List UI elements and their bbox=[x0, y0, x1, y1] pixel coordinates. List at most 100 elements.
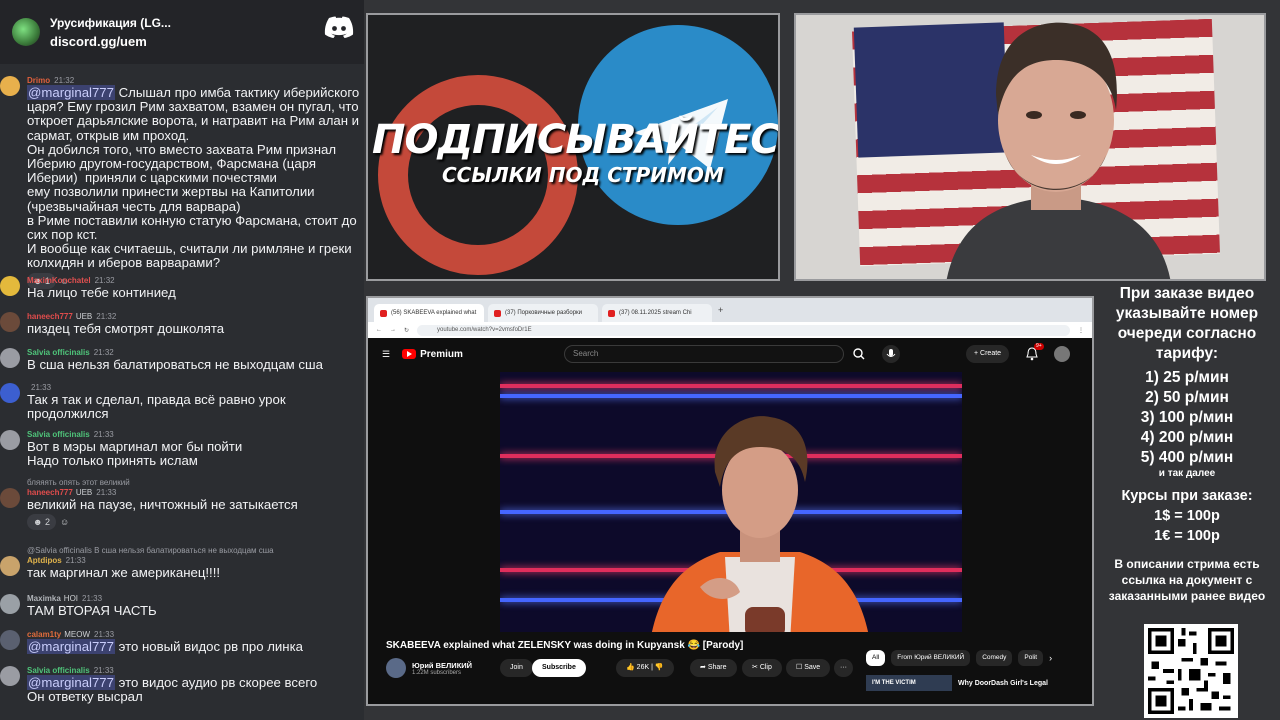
account-avatar[interactable] bbox=[1054, 346, 1070, 362]
notification-count-badge: 9+ bbox=[1034, 343, 1044, 350]
username[interactable]: Salvia officinalis bbox=[27, 430, 90, 439]
message-text: ТАМ ВТОРАЯ ЧАСТЬ bbox=[27, 603, 157, 618]
avatar[interactable] bbox=[0, 312, 20, 332]
youtube-favicon-icon bbox=[380, 309, 387, 317]
timestamp: 21:33 bbox=[94, 630, 115, 639]
avatar[interactable] bbox=[0, 383, 20, 403]
message-body: пиздец тебя смотрят дошколята bbox=[27, 321, 364, 336]
username[interactable]: Drimo bbox=[27, 76, 50, 85]
browser-tab[interactable]: (56) SKABEEVA explained what bbox=[374, 304, 484, 322]
description-note: В описании стрима есть ссылка на докумен… bbox=[1108, 557, 1266, 603]
reply-preview[interactable]: @Salvia officinalis В сша нельзя балатир… bbox=[27, 546, 364, 556]
message-body: Вот в мэры маргинал мог бы пойти Надо то… bbox=[27, 439, 364, 468]
subscriber-count: 1.22M subscribers bbox=[412, 669, 462, 676]
chevron-right-icon[interactable]: › bbox=[1049, 650, 1052, 666]
reaction-button[interactable]: ☻ 2 bbox=[27, 514, 56, 531]
webcam-feed bbox=[794, 13, 1266, 281]
price-item: 2) 50 р/мин bbox=[1145, 389, 1229, 406]
share-button[interactable]: ➦ Share bbox=[690, 659, 737, 677]
server-name: Урусификация (LG... bbox=[50, 15, 171, 30]
username[interactable]: Aptdipos bbox=[27, 556, 62, 565]
message-body: ТАМ ВТОРАЯ ЧАСТЬ bbox=[27, 603, 364, 618]
discord-logo-icon bbox=[324, 16, 354, 38]
price-item: 4) 200 р/мин bbox=[1140, 429, 1234, 446]
microphone-icon[interactable] bbox=[882, 345, 900, 363]
extensions-icon[interactable]: ⋮ bbox=[1078, 327, 1084, 334]
save-button[interactable]: ☐ Save bbox=[786, 659, 831, 677]
avatar[interactable] bbox=[0, 488, 20, 508]
avatar[interactable] bbox=[0, 430, 20, 450]
username[interactable]: haneech777 bbox=[27, 488, 73, 497]
username[interactable]: calam1ty bbox=[27, 630, 61, 639]
timestamp: 21:32 bbox=[54, 76, 75, 85]
message-body: На лицо тебе континиед bbox=[27, 285, 364, 300]
recommended-video[interactable]: I'M THE VICTIM Why DoorDash Girl's Legal bbox=[866, 675, 1048, 691]
message-text: Слышал про имба тактику иберийского царя… bbox=[27, 85, 360, 271]
channel-info: Юрий ВЕЛИКИЙ 1.22M subscribers bbox=[386, 658, 472, 678]
avatar[interactable] bbox=[0, 666, 20, 686]
share-icon: ➦ bbox=[700, 664, 708, 671]
avatar[interactable] bbox=[0, 556, 20, 576]
user-mention[interactable]: @marginal777 bbox=[27, 85, 115, 100]
clip-button[interactable]: ✂ Clip bbox=[742, 659, 782, 677]
username[interactable]: haneech777 bbox=[27, 312, 73, 321]
new-tab-icon[interactable]: + bbox=[718, 305, 723, 315]
browser-tab[interactable]: (37) 08.11.2025 stream Chi bbox=[602, 304, 712, 322]
stage-light-stripe bbox=[500, 384, 962, 388]
chat-message: Salvia officinalis 21:32 В сша нельзя бала… bbox=[0, 348, 364, 372]
message-body: @marginal777 Слышал про имба тактику ибе… bbox=[27, 85, 364, 271]
chip[interactable]: All bbox=[866, 650, 886, 666]
performer-figure bbox=[652, 416, 868, 632]
channel-name[interactable]: Юрий ВЕЛИКИЙ bbox=[412, 661, 472, 670]
chip[interactable]: Comedy bbox=[976, 650, 1013, 666]
emoji-icon: ☻ bbox=[33, 517, 45, 528]
avatar[interactable] bbox=[0, 276, 20, 296]
add-reaction-icon[interactable]: ☺ bbox=[60, 515, 69, 529]
chat-message: @Salvia officinalis В сша нельзя балатир… bbox=[0, 546, 364, 580]
username[interactable]: MaximKonchatel bbox=[27, 276, 91, 285]
avatar[interactable] bbox=[0, 76, 20, 96]
join-button[interactable]: Join bbox=[500, 659, 533, 677]
server-invite-link[interactable]: discord.gg/uem bbox=[50, 34, 171, 49]
message-body: @marginal777 это новый видос рв про линк… bbox=[27, 639, 364, 654]
role-badge: UEB bbox=[75, 488, 93, 497]
create-button[interactable]: + Create bbox=[966, 345, 1010, 363]
qr-code-icon bbox=[1144, 624, 1238, 718]
video-player[interactable] bbox=[500, 372, 962, 632]
timestamp: 21:33 bbox=[96, 488, 117, 497]
timestamp: 21:33 bbox=[65, 556, 86, 565]
chip[interactable]: Polit bbox=[1018, 650, 1044, 666]
back-icon[interactable]: ← bbox=[376, 327, 382, 333]
username[interactable]: Salvia officinalis bbox=[27, 666, 90, 675]
search-input[interactable]: Search bbox=[564, 345, 844, 363]
channel-avatar[interactable] bbox=[386, 658, 406, 678]
stream-layout: Урусификация (LG... discord.gg/uem Drimo… bbox=[0, 0, 1280, 720]
menu-icon[interactable]: ☰ bbox=[382, 349, 390, 360]
subscribe-button[interactable]: Subscribe bbox=[532, 659, 586, 677]
username[interactable]: Salvia officinalis bbox=[27, 348, 90, 357]
user-mention[interactable]: @marginal777 bbox=[27, 639, 115, 654]
avatar[interactable] bbox=[0, 348, 20, 368]
chat-message: Drimo 21:32 @marginal777 Слышал про имба т… bbox=[0, 76, 364, 289]
recommendation-chips: All From Юрий ВЕЛИКИЙ Comedy Polit › bbox=[866, 650, 1052, 666]
chip[interactable]: From Юрий ВЕЛИКИЙ bbox=[891, 650, 971, 666]
avatar[interactable] bbox=[0, 630, 20, 650]
like-button[interactable]: 👍 26K | 👎 bbox=[616, 659, 674, 677]
chat-message: MaximKonchatel 21:32 На лицо тебе континие… bbox=[0, 276, 364, 300]
more-actions-icon[interactable]: ··· bbox=[834, 659, 853, 677]
reload-icon[interactable]: ↻ bbox=[404, 327, 409, 334]
streamer-figure bbox=[946, 22, 1171, 279]
rate-item: 1$ = 100р bbox=[1154, 508, 1220, 524]
user-mention[interactable]: @marginal777 bbox=[27, 675, 115, 690]
screen-capture: (56) SKABEEVA explained what (37) Порков… bbox=[366, 296, 1094, 706]
forward-icon[interactable]: → bbox=[390, 327, 396, 333]
chat-message: Salvia officinalis 21:33 Вот в мэры маргин… bbox=[0, 430, 364, 468]
browser-tab[interactable]: (37) Порковичные разборки bbox=[488, 304, 598, 322]
search-icon[interactable] bbox=[844, 345, 874, 363]
reply-preview[interactable]: бляяять опять этот великий bbox=[27, 478, 364, 488]
url-field[interactable]: youtube.com/watch?v=2vmsfoDr1E bbox=[417, 324, 1070, 336]
timestamp: 21:32 bbox=[93, 348, 114, 357]
avatar[interactable] bbox=[0, 594, 20, 614]
youtube-logo[interactable]: Premium bbox=[402, 349, 463, 360]
username[interactable]: Maximka bbox=[27, 594, 61, 603]
